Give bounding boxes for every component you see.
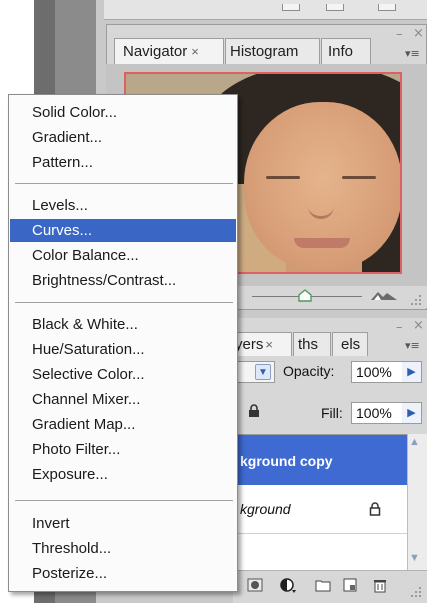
collapsed-panel-button[interactable] bbox=[326, 4, 344, 11]
collapsed-panel bbox=[104, 0, 427, 20]
panel-close-button[interactable]: × bbox=[413, 318, 424, 333]
layer-mask-icon[interactable] bbox=[247, 577, 263, 593]
opacity-slider-arrow-icon[interactable]: ▶ bbox=[402, 361, 422, 383]
menu-item-channel-mixer[interactable]: Channel Mixer... bbox=[10, 388, 236, 411]
menu-item-brightness-contrast[interactable]: Brightness/Contrast... bbox=[10, 269, 236, 292]
tab-channels[interactable]: els bbox=[332, 332, 368, 356]
adjustment-layer-menu: Solid Color... Gradient... Pattern... Le… bbox=[8, 94, 238, 592]
menu-item-color-balance[interactable]: Color Balance... bbox=[10, 244, 236, 267]
tab-label: yers bbox=[235, 336, 264, 353]
menu-item-threshold[interactable]: Threshold... bbox=[10, 537, 236, 560]
fill-slider-arrow-icon[interactable]: ▶ bbox=[402, 402, 422, 424]
panel-close-button[interactable]: × bbox=[413, 26, 424, 41]
layer-name: kground bbox=[240, 501, 291, 517]
chevron-down-icon[interactable]: ▼ bbox=[255, 364, 271, 380]
tab-label: els bbox=[341, 336, 361, 353]
scroll-up-icon[interactable]: ▲ bbox=[409, 436, 420, 448]
photo-mouth bbox=[294, 238, 350, 248]
menu-separator bbox=[15, 302, 233, 303]
zoom-in-mountains-icon[interactable] bbox=[370, 288, 398, 302]
menu-item-photo-filter[interactable]: Photo Filter... bbox=[10, 438, 236, 461]
tab-label: Histogram bbox=[230, 43, 299, 60]
menu-item-gradient[interactable]: Gradient... bbox=[10, 126, 236, 149]
panel-menu-button[interactable]: ▾≡ bbox=[405, 47, 420, 60]
menu-item-selective-color[interactable]: Selective Color... bbox=[10, 363, 236, 386]
panel-minimize-button[interactable]: – bbox=[396, 27, 403, 42]
fill-label: Fill: bbox=[321, 405, 343, 421]
menu-item-black-white[interactable]: Black & White... bbox=[10, 313, 236, 336]
new-layer-icon[interactable] bbox=[342, 577, 358, 593]
tab-close-icon[interactable]: × bbox=[191, 44, 199, 59]
menu-item-posterize[interactable]: Posterize... bbox=[10, 562, 236, 585]
navigator-zoom-bar bbox=[236, 286, 427, 308]
lock-all-icon[interactable] bbox=[248, 404, 260, 418]
zoom-slider-thumb-icon[interactable] bbox=[298, 289, 312, 302]
tab-label: ths bbox=[298, 336, 319, 353]
photo-eye-left bbox=[266, 176, 300, 179]
menu-item-hue-saturation[interactable]: Hue/Saturation... bbox=[10, 338, 236, 361]
trash-icon[interactable] bbox=[372, 577, 388, 593]
photo-eye-right bbox=[342, 176, 376, 179]
layers-scrollbar[interactable] bbox=[407, 434, 427, 570]
collapsed-panel-button[interactable] bbox=[282, 4, 300, 11]
tab-histogram[interactable]: Histogram bbox=[225, 38, 320, 65]
panel-resize-grip-icon[interactable] bbox=[407, 293, 423, 307]
tab-navigator[interactable]: Navigator × bbox=[114, 38, 224, 66]
layer-lock-icon bbox=[369, 502, 381, 516]
new-group-folder-icon[interactable] bbox=[315, 577, 331, 593]
fill-input[interactable]: 100% bbox=[351, 402, 403, 424]
tab-close-icon[interactable]: × bbox=[265, 337, 273, 352]
tab-layers[interactable]: yers × bbox=[233, 332, 292, 356]
panel-menu-button[interactable]: ▾≡ bbox=[405, 339, 420, 352]
menu-item-pattern[interactable]: Pattern... bbox=[10, 151, 236, 174]
tab-paths[interactable]: ths bbox=[293, 332, 331, 356]
collapsed-panel-button[interactable] bbox=[378, 4, 396, 11]
layer-name: kground copy bbox=[240, 453, 333, 469]
menu-item-exposure[interactable]: Exposure... bbox=[10, 463, 236, 486]
scroll-down-icon[interactable]: ▼ bbox=[409, 552, 420, 564]
menu-separator bbox=[15, 183, 233, 184]
photo-nose bbox=[308, 206, 334, 219]
menu-item-levels[interactable]: Levels... bbox=[10, 194, 236, 217]
menu-separator bbox=[15, 500, 233, 501]
opacity-label: Opacity: bbox=[283, 363, 335, 379]
panel-minimize-button[interactable]: – bbox=[396, 320, 403, 335]
photo-face bbox=[244, 102, 400, 270]
panel-resize-grip-icon[interactable] bbox=[407, 585, 423, 599]
menu-item-invert[interactable]: Invert bbox=[10, 512, 236, 535]
tab-label: Navigator bbox=[123, 43, 188, 60]
opacity-input[interactable]: 100% bbox=[351, 361, 403, 383]
menu-item-solid-color[interactable]: Solid Color... bbox=[10, 101, 236, 124]
adjustment-layer-icon[interactable] bbox=[280, 577, 296, 593]
menu-item-gradient-map[interactable]: Gradient Map... bbox=[10, 413, 236, 436]
blend-mode-select[interactable]: ▼ bbox=[233, 361, 275, 383]
tab-label: Info bbox=[328, 43, 354, 60]
menu-item-curves[interactable]: Curves... bbox=[10, 219, 236, 242]
tab-info[interactable]: Info bbox=[321, 38, 371, 65]
